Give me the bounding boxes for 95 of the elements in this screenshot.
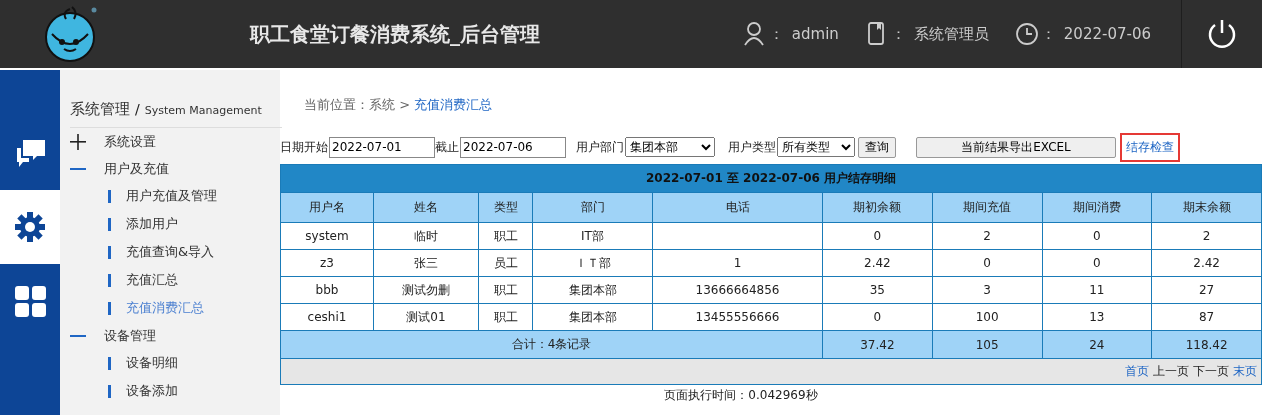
dropdown[interactable]: 所有类型 — [777, 137, 855, 157]
table-cell: 100 — [932, 303, 1042, 331]
total-cell: 24 — [1042, 330, 1152, 359]
table-cell: 职工 — [478, 303, 533, 331]
clock-icon — [1014, 21, 1039, 47]
section-subtitle: System Management — [144, 104, 262, 117]
section-title: 系统管理 — [70, 100, 130, 119]
table-cell: 测试勿删 — [373, 276, 479, 304]
table-title: 2022-07-01 至 2022-07-06 用户结存明细 — [280, 164, 1262, 193]
settings-icon — [13, 210, 47, 244]
column-header: 期末余额 — [1151, 192, 1262, 223]
query-button[interactable]: 查询 — [858, 136, 896, 158]
pager-text: 上一页 — [1153, 364, 1189, 378]
table-cell: 集团本部 — [532, 276, 653, 304]
table-cell: 1 — [652, 249, 823, 277]
menu-group[interactable]: 系统设置 — [70, 128, 280, 155]
table-cell: 测试01 — [373, 303, 479, 331]
table-cell: 35 — [822, 276, 933, 304]
export-button[interactable]: 当前结果导出EXCEL — [916, 136, 1116, 158]
table-cell: 员工 — [478, 249, 533, 277]
table-cell: system — [280, 222, 374, 250]
total-label: 合计：4条记录 — [280, 330, 823, 359]
column-header: 期间充值 — [932, 192, 1042, 223]
column-header: 类型 — [478, 192, 533, 223]
table-cell: 张三 — [373, 249, 479, 277]
table-cell: 2 — [932, 222, 1042, 250]
column-header: 期间消费 — [1042, 192, 1152, 223]
table-cell: 13666664856 — [652, 276, 823, 304]
column-header: 电话 — [652, 192, 823, 223]
table-cell: 3 — [932, 276, 1042, 304]
table-cell: 2 — [1151, 222, 1262, 250]
column-header: 部门 — [532, 192, 653, 223]
colon-mark: ： — [768, 24, 784, 44]
column-header: 期初余额 — [822, 192, 933, 223]
table-cell: 职工 — [478, 276, 533, 304]
breadcrumb-label: 当前位置：系统 > — [304, 97, 411, 112]
table-cell: 87 — [1151, 303, 1262, 331]
menu-item[interactable]: 充值消费汇总 — [108, 294, 280, 322]
table-cell: 集团本部 — [532, 303, 653, 331]
table-cell: 11 — [1042, 276, 1152, 304]
table-cell: 0 — [932, 249, 1042, 277]
menu-item[interactable]: 用户充值及管理 — [108, 182, 280, 210]
field-label: 日期开始 — [280, 138, 328, 156]
table-cell: ceshi1 — [280, 303, 374, 331]
app-title: 职工食堂订餐消费系统_后台管理 — [250, 20, 541, 48]
plus-icon — [70, 133, 86, 150]
table-cell: 27 — [1151, 276, 1262, 304]
column-header: 用户名 — [280, 192, 374, 223]
field-label: 截止 — [435, 138, 459, 156]
table-cell: IT部 — [532, 222, 653, 250]
table-cell: 临时 — [373, 222, 479, 250]
colon-mark: ： — [890, 24, 906, 44]
menu-group[interactable]: 设备管理 — [70, 322, 280, 349]
table-cell: z3 — [280, 249, 374, 277]
field-label: 用户部门 — [576, 138, 624, 156]
menu-item[interactable]: 设备明细 — [108, 349, 280, 377]
table-cell: 0 — [1042, 222, 1152, 250]
colon-mark: ： — [1040, 24, 1056, 44]
total-cell: 105 — [932, 330, 1042, 359]
menu-item[interactable]: 充值汇总 — [108, 266, 280, 294]
menu-item[interactable]: 添加用户 — [108, 210, 280, 238]
dropdown[interactable]: 集团本部 — [625, 137, 715, 157]
total-cell: 118.42 — [1151, 330, 1262, 359]
table-cell: 13 — [1042, 303, 1152, 331]
grid-icon — [13, 284, 47, 318]
table-cell: 0 — [1042, 249, 1152, 277]
total-cell: 37.42 — [822, 330, 933, 359]
table-cell: 0 — [822, 303, 933, 331]
table-cell: 13455556666 — [652, 303, 823, 331]
minus-icon — [70, 167, 86, 170]
pager-link[interactable]: 末页 — [1233, 364, 1257, 378]
table-cell: 2.42 — [822, 249, 933, 277]
breadcrumb-link[interactable]: 充值消费汇总 — [414, 97, 493, 112]
table-cell: ＩＴ部 — [532, 249, 653, 277]
current-date: 2022-07-06 — [1063, 25, 1151, 43]
table-cell: 2.42 — [1151, 249, 1262, 277]
menu-item[interactable]: 设备添加 — [108, 377, 280, 405]
user-name: admin — [791, 25, 839, 43]
menu-item[interactable]: 充值查询&导入 — [108, 238, 280, 266]
column-header: 姓名 — [373, 192, 479, 223]
pager-text: 下一页 — [1193, 364, 1229, 378]
slash-mark: / — [135, 101, 140, 117]
minus-icon — [70, 334, 86, 337]
field-label: 用户类型 — [728, 138, 776, 156]
pager-link[interactable]: 首页 — [1125, 364, 1149, 378]
menu-group[interactable]: 用户及充值 — [70, 155, 280, 182]
table-cell: bbb — [280, 276, 374, 304]
user-role: 系统管理员 — [913, 24, 989, 44]
execution-time: 页面执行时间：0.042969秒 — [663, 387, 819, 404]
table-cell: 0 — [822, 222, 933, 250]
user-icon — [742, 21, 767, 47]
table-cell: 职工 — [478, 222, 533, 250]
check-link[interactable]: 结存检查 — [1120, 132, 1180, 162]
date-field[interactable]: 2022-07-06 — [460, 136, 566, 158]
date-field[interactable]: 2022-07-01 — [329, 136, 435, 158]
